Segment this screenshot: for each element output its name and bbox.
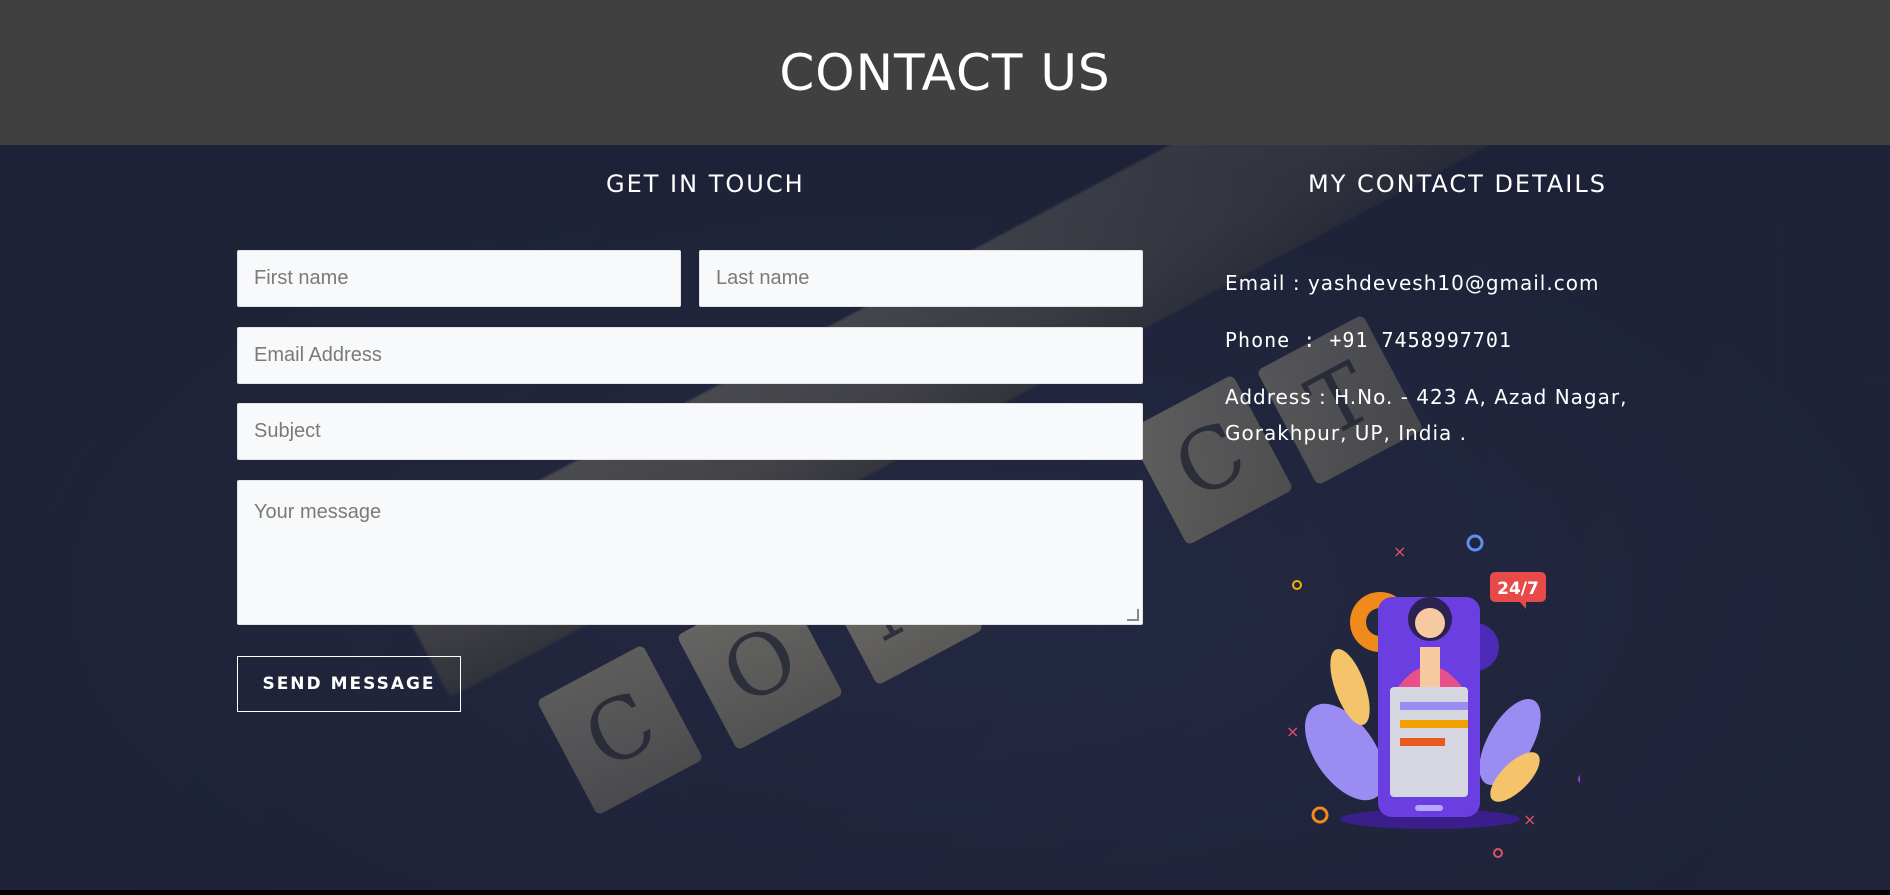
footer-bar bbox=[0, 890, 1890, 895]
last-name-input[interactable]: Last name bbox=[699, 250, 1143, 307]
contact-phone: Phone : +91 7458997701 bbox=[1225, 328, 1512, 352]
last-name-placeholder: Last name bbox=[716, 267, 810, 289]
first-name-input[interactable]: First name bbox=[237, 250, 681, 307]
decor-circle-icon bbox=[1292, 580, 1302, 590]
page-title: CONTACT US bbox=[779, 43, 1111, 102]
decor-x-icon: × bbox=[1286, 722, 1299, 741]
message-textarea[interactable]: Your message bbox=[237, 480, 1143, 625]
first-name-placeholder: First name bbox=[254, 267, 349, 289]
resize-handle-icon[interactable] bbox=[1127, 609, 1139, 621]
message-placeholder: Your message bbox=[254, 501, 382, 523]
subject-placeholder: Subject bbox=[254, 420, 321, 442]
contact-address-line2: Gorakhpur, UP, India . bbox=[1225, 421, 1467, 445]
contact-email: Email : yashdevesh10@gmail.com bbox=[1225, 271, 1600, 295]
decor-x-icon: × bbox=[1523, 810, 1536, 829]
decor-x-icon: × bbox=[1393, 542, 1406, 561]
badge-label: 24/7 bbox=[1497, 579, 1539, 599]
decor-circle-icon bbox=[1578, 775, 1580, 783]
email-placeholder: Email Address bbox=[254, 344, 382, 366]
form-title: GET IN TOUCH bbox=[606, 170, 805, 198]
send-message-button[interactable]: SEND MESSAGE bbox=[237, 656, 461, 712]
email-input[interactable]: Email Address bbox=[237, 327, 1143, 384]
subject-input[interactable]: Subject bbox=[237, 403, 1143, 460]
support-illustration: × × × 24/7 bbox=[1286, 534, 1580, 858]
contact-address-line1: Address : H.No. - 423 A, Azad Nagar, bbox=[1225, 385, 1628, 409]
details-title: MY CONTACT DETAILS bbox=[1308, 170, 1607, 198]
decor-circle-icon bbox=[1311, 806, 1329, 824]
decor-circle-icon bbox=[1493, 848, 1503, 858]
contact-section: C O N C T GET IN TOUCH First name Last n… bbox=[0, 145, 1890, 890]
page-header: CONTACT US bbox=[0, 0, 1890, 145]
decor-circle-icon bbox=[1466, 534, 1484, 552]
